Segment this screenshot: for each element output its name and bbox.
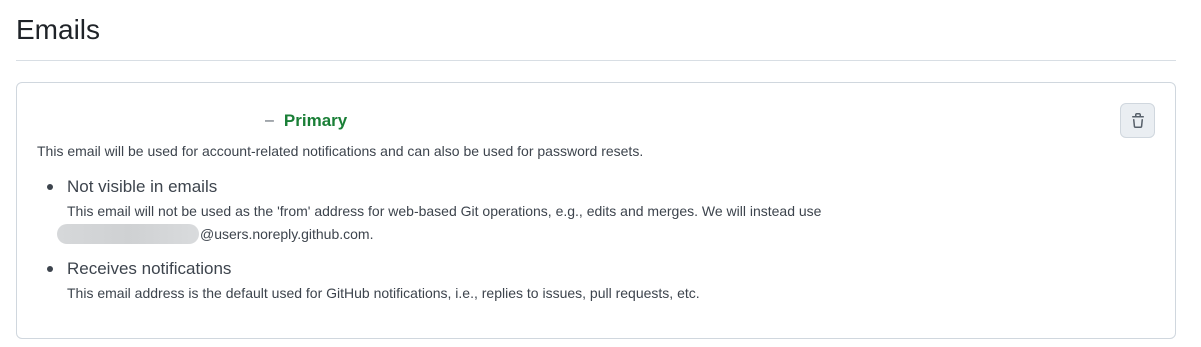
- page-title: Emails: [16, 14, 101, 45]
- page-header: Emails: [16, 0, 1176, 61]
- bullet-icon: [47, 266, 53, 272]
- bullet-icon: [47, 184, 53, 190]
- primary-badge: Primary: [283, 111, 348, 130]
- setting-title: Not visible in emails: [67, 177, 218, 196]
- trash-icon: [1131, 112, 1144, 128]
- delete-email-button[interactable]: [1120, 103, 1155, 138]
- list-item: Receives notifications This email addres…: [45, 258, 1145, 305]
- emails-page: Emails – Primary This email will be used…: [16, 0, 1176, 339]
- setting-description: This email will not be used as the 'from…: [67, 203, 822, 219]
- setting-description: This email address is the default used f…: [67, 285, 700, 301]
- list-item: Not visible in emails This email will no…: [45, 176, 1145, 245]
- redacted-username: [57, 224, 199, 244]
- email-address: [37, 111, 249, 131]
- primary-description: This email will be used for account-rela…: [37, 143, 644, 159]
- setting-title: Receives notifications: [67, 259, 232, 278]
- email-card: – Primary This email will be used for ac…: [16, 82, 1176, 339]
- noreply-address: @users.noreply.github.com.: [57, 223, 1145, 245]
- email-line: – Primary: [37, 111, 347, 131]
- email-settings-list: Not visible in emails This email will no…: [45, 176, 1145, 305]
- email-separator: –: [265, 112, 274, 129]
- noreply-suffix: @users.noreply.github.com.: [200, 226, 374, 242]
